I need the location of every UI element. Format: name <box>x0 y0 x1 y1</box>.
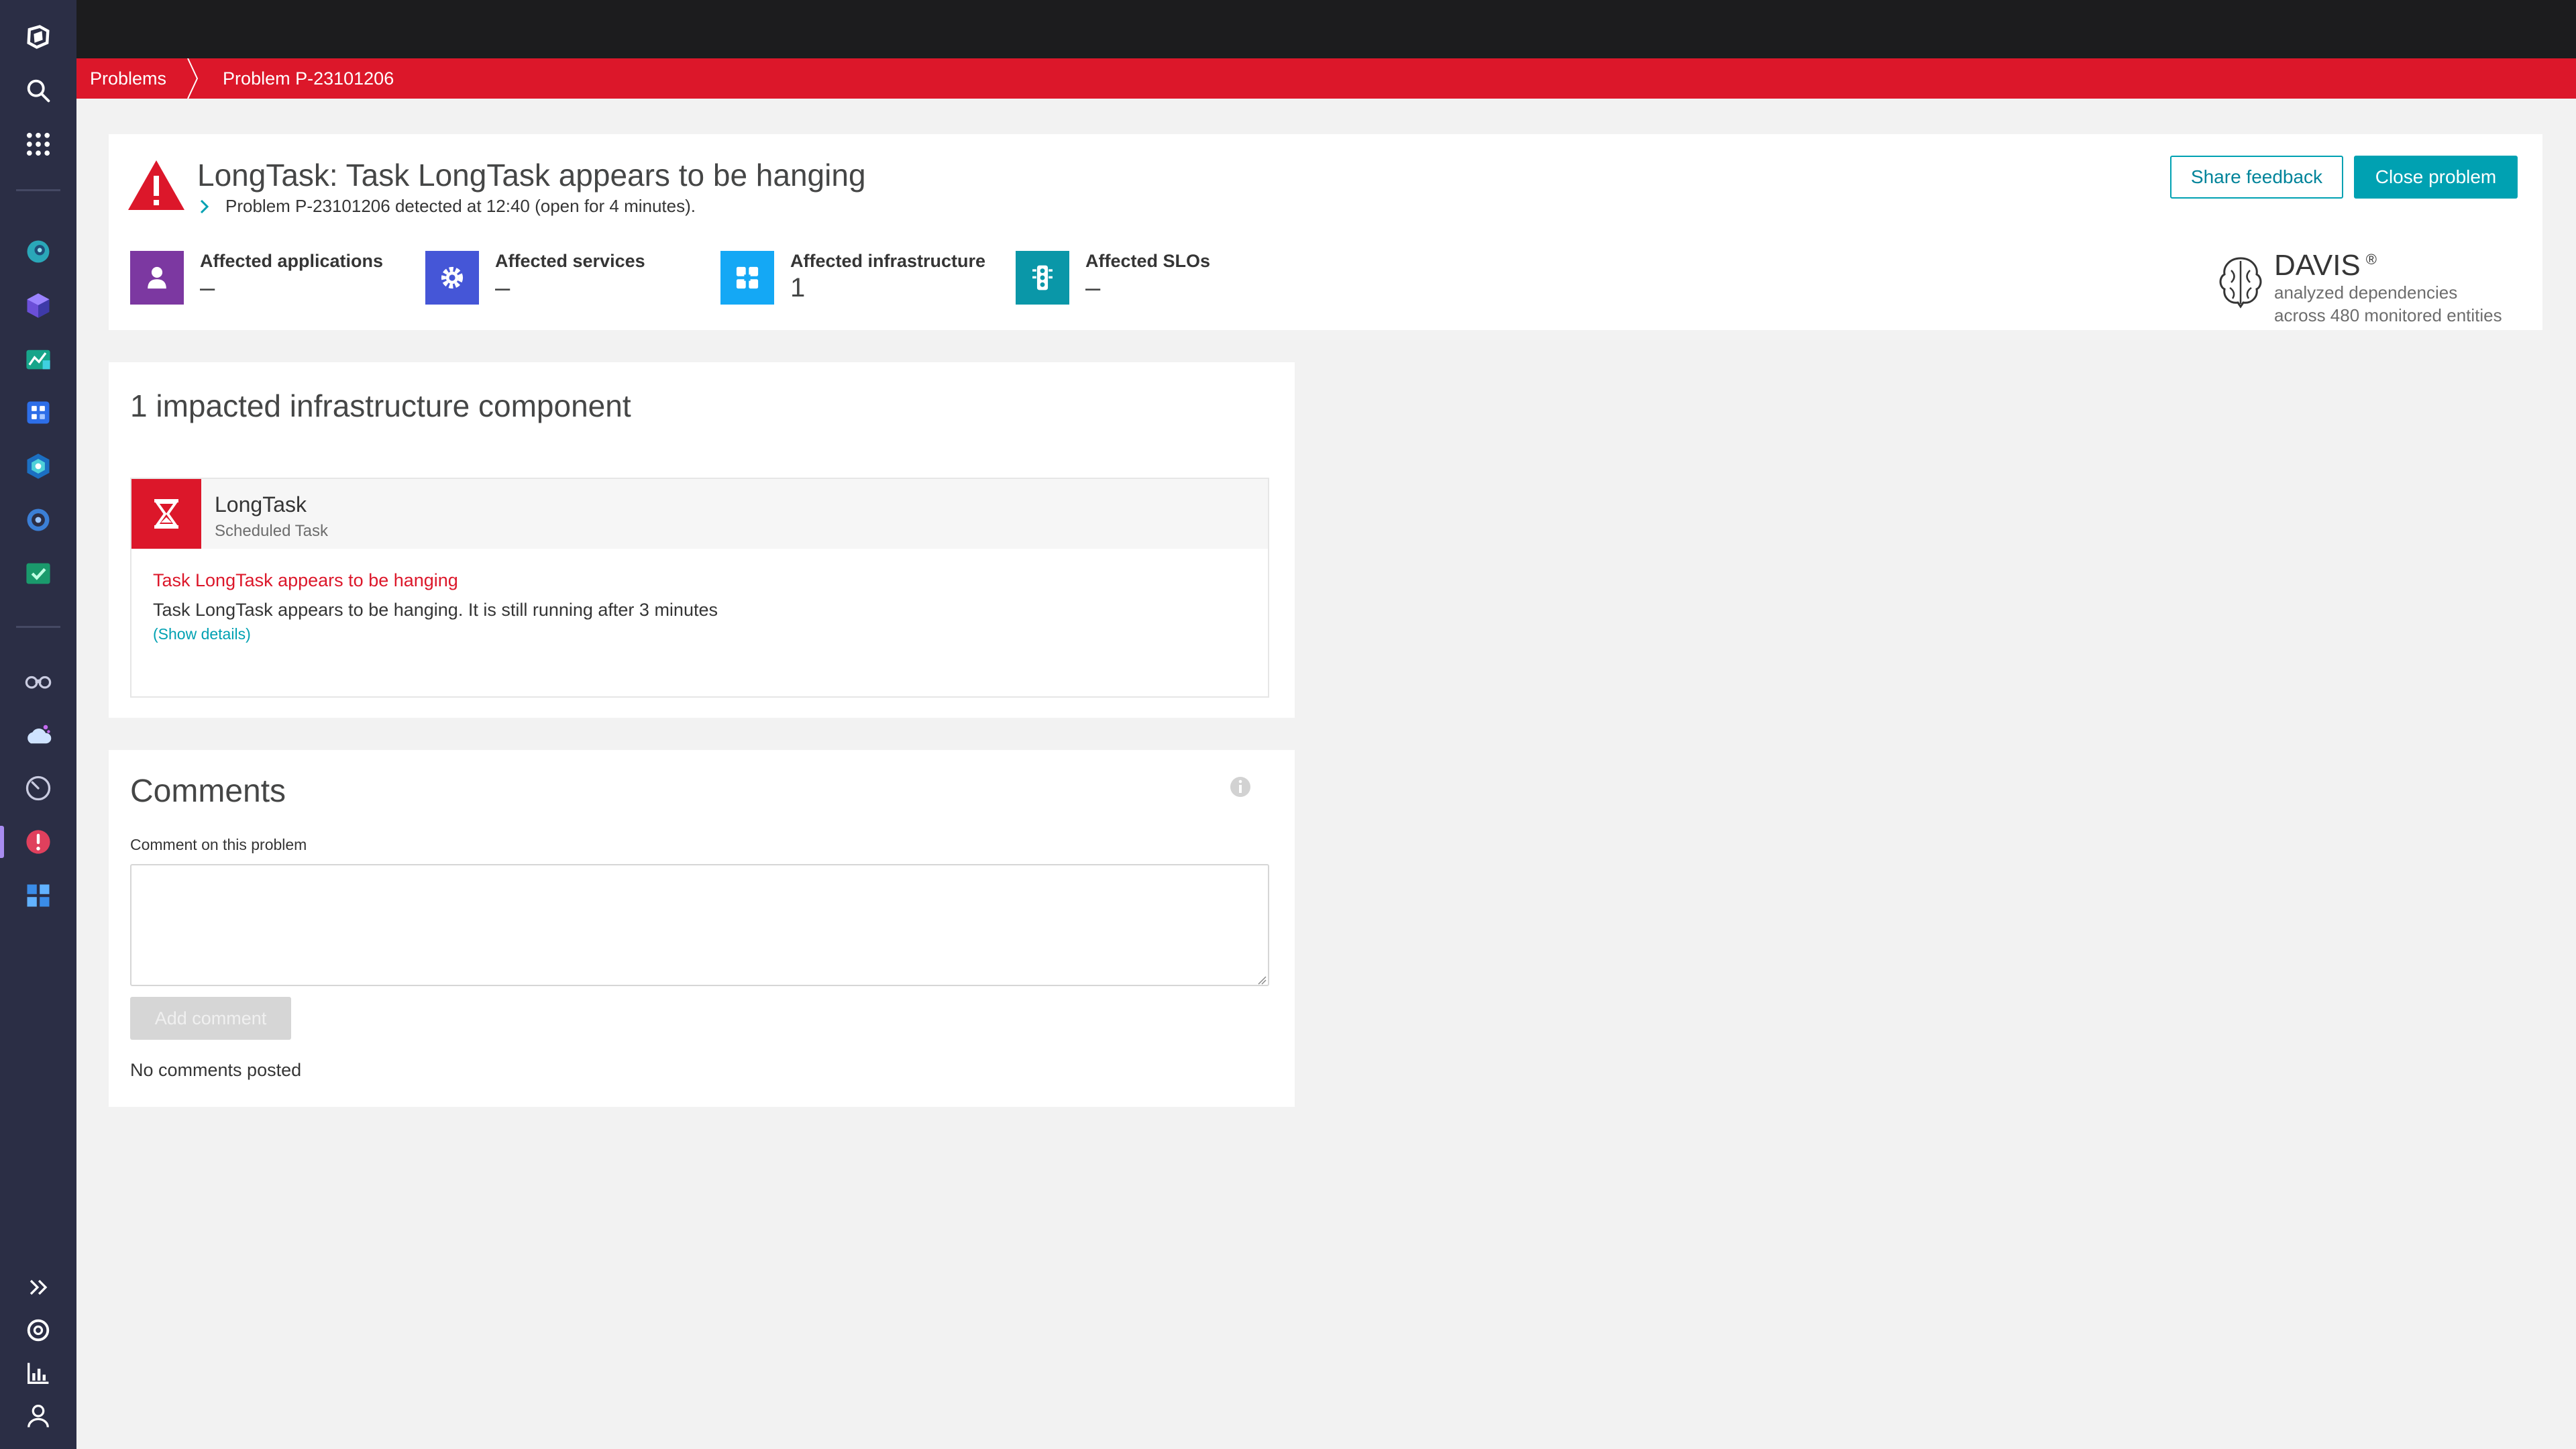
impacted-components-card: 1 impacted infrastructure component Long… <box>109 362 1295 718</box>
problem-title: LongTask: Task LongTask appears to be ha… <box>197 158 866 193</box>
event-description: Task LongTask appears to be hanging. It … <box>153 600 718 620</box>
checklist-app-icon[interactable] <box>19 555 57 592</box>
apps-grid-icon[interactable] <box>19 125 57 163</box>
gear-icon <box>425 251 479 305</box>
affected-value: – <box>200 273 215 303</box>
traffic-light-icon <box>1016 251 1069 305</box>
problem-summary[interactable]: Problem P-23101206 detected at 12:40 (op… <box>197 196 696 217</box>
share-feedback-button[interactable]: Share feedback <box>2170 156 2343 199</box>
notebooks-app-icon[interactable] <box>19 394 57 431</box>
comments-title: Comments <box>130 773 286 809</box>
component-type: Scheduled Task <box>215 522 329 540</box>
binoculars-icon[interactable] <box>19 662 57 700</box>
comments-card: Comments Comment on this problem Add com… <box>109 750 1295 1107</box>
impacted-component: LongTask Scheduled Task Task LongTask ap… <box>130 478 1269 698</box>
registered-mark: ® <box>2365 251 2377 268</box>
davis-line-1: analyzed dependencies <box>2274 282 2458 303</box>
show-details-link[interactable]: (Show details) <box>153 625 251 643</box>
impacted-title: 1 impacted infrastructure component <box>130 388 631 423</box>
left-navigation <box>0 0 76 1449</box>
affected-label: Affected services <box>495 251 645 271</box>
user-icon <box>130 251 184 305</box>
component-header[interactable]: LongTask Scheduled Task <box>131 479 1268 549</box>
event-title-link[interactable]: Task LongTask appears to be hanging <box>153 570 458 591</box>
davis-line-2: across 480 monitored entities <box>2274 305 2502 325</box>
search-icon[interactable] <box>19 72 57 109</box>
observability-app-icon[interactable] <box>19 233 57 270</box>
affected-value: – <box>495 273 511 303</box>
resize-handle-icon[interactable] <box>1256 974 1267 985</box>
settings-hub-icon[interactable] <box>19 501 57 539</box>
kubernetes-app-icon[interactable] <box>19 447 57 485</box>
gauge-icon[interactable] <box>19 769 57 807</box>
problem-subtitle: Problem P-23101206 detected at 12:40 (op… <box>225 196 696 216</box>
chart-icon[interactable] <box>19 1354 57 1392</box>
affected-value: – <box>1085 273 1101 303</box>
affected-label: Affected infrastructure <box>790 251 986 271</box>
comment-field-label: Comment on this problem <box>130 836 307 853</box>
user-profile-icon[interactable] <box>19 1397 57 1435</box>
affected-applications[interactable]: Affected applications – <box>130 251 383 305</box>
breadcrumb-problems-link[interactable]: Problems <box>76 58 185 99</box>
info-icon[interactable] <box>1229 775 1252 798</box>
cube-app-icon[interactable] <box>19 286 57 324</box>
davis-title: DAVIS ® <box>2274 249 2377 282</box>
dynatrace-logo-icon[interactable] <box>19 18 57 56</box>
affected-label: Affected applications <box>200 251 384 271</box>
dashboards-app-icon[interactable] <box>19 340 57 378</box>
nav-divider <box>16 189 60 191</box>
affected-infrastructure[interactable]: Affected infrastructure 1 <box>720 251 985 305</box>
warning-triangle-icon <box>128 160 184 210</box>
active-nav-indicator <box>0 826 4 858</box>
chevron-right-icon[interactable] <box>197 198 212 215</box>
problem-header-card: LongTask: Task LongTask appears to be ha… <box>109 134 2542 330</box>
affected-services[interactable]: Affected services – <box>425 251 645 305</box>
help-lifebuoy-icon[interactable] <box>19 1311 57 1349</box>
hub-grid-icon[interactable] <box>19 877 57 914</box>
hourglass-icon <box>131 479 201 549</box>
comment-input[interactable] <box>130 864 1269 986</box>
add-comment-button[interactable]: Add comment <box>130 997 291 1040</box>
nav-divider <box>16 626 60 628</box>
problems-alert-icon[interactable] <box>19 823 57 861</box>
davis-brain-icon <box>2219 257 2262 309</box>
cloud-app-icon[interactable] <box>19 716 57 753</box>
affected-value: 1 <box>790 273 806 303</box>
breadcrumb: Problems Problem P-23101206 <box>76 58 2576 99</box>
affected-slos[interactable]: Affected SLOs – <box>1016 251 1210 305</box>
breadcrumb-separator-icon <box>187 58 199 99</box>
expand-chevrons-icon[interactable] <box>19 1269 57 1306</box>
breadcrumb-current: Problem P-23101206 <box>223 68 394 89</box>
affected-label: Affected SLOs <box>1085 251 1211 271</box>
component-name[interactable]: LongTask <box>215 492 307 517</box>
davis-name: DAVIS <box>2274 249 2361 282</box>
infrastructure-icon <box>720 251 774 305</box>
top-bar <box>76 0 2576 58</box>
close-problem-button[interactable]: Close problem <box>2354 156 2518 199</box>
no-comments-text: No comments posted <box>130 1060 302 1080</box>
davis-summary: DAVIS ® analyzed dependencies across 480 … <box>2215 245 2530 325</box>
